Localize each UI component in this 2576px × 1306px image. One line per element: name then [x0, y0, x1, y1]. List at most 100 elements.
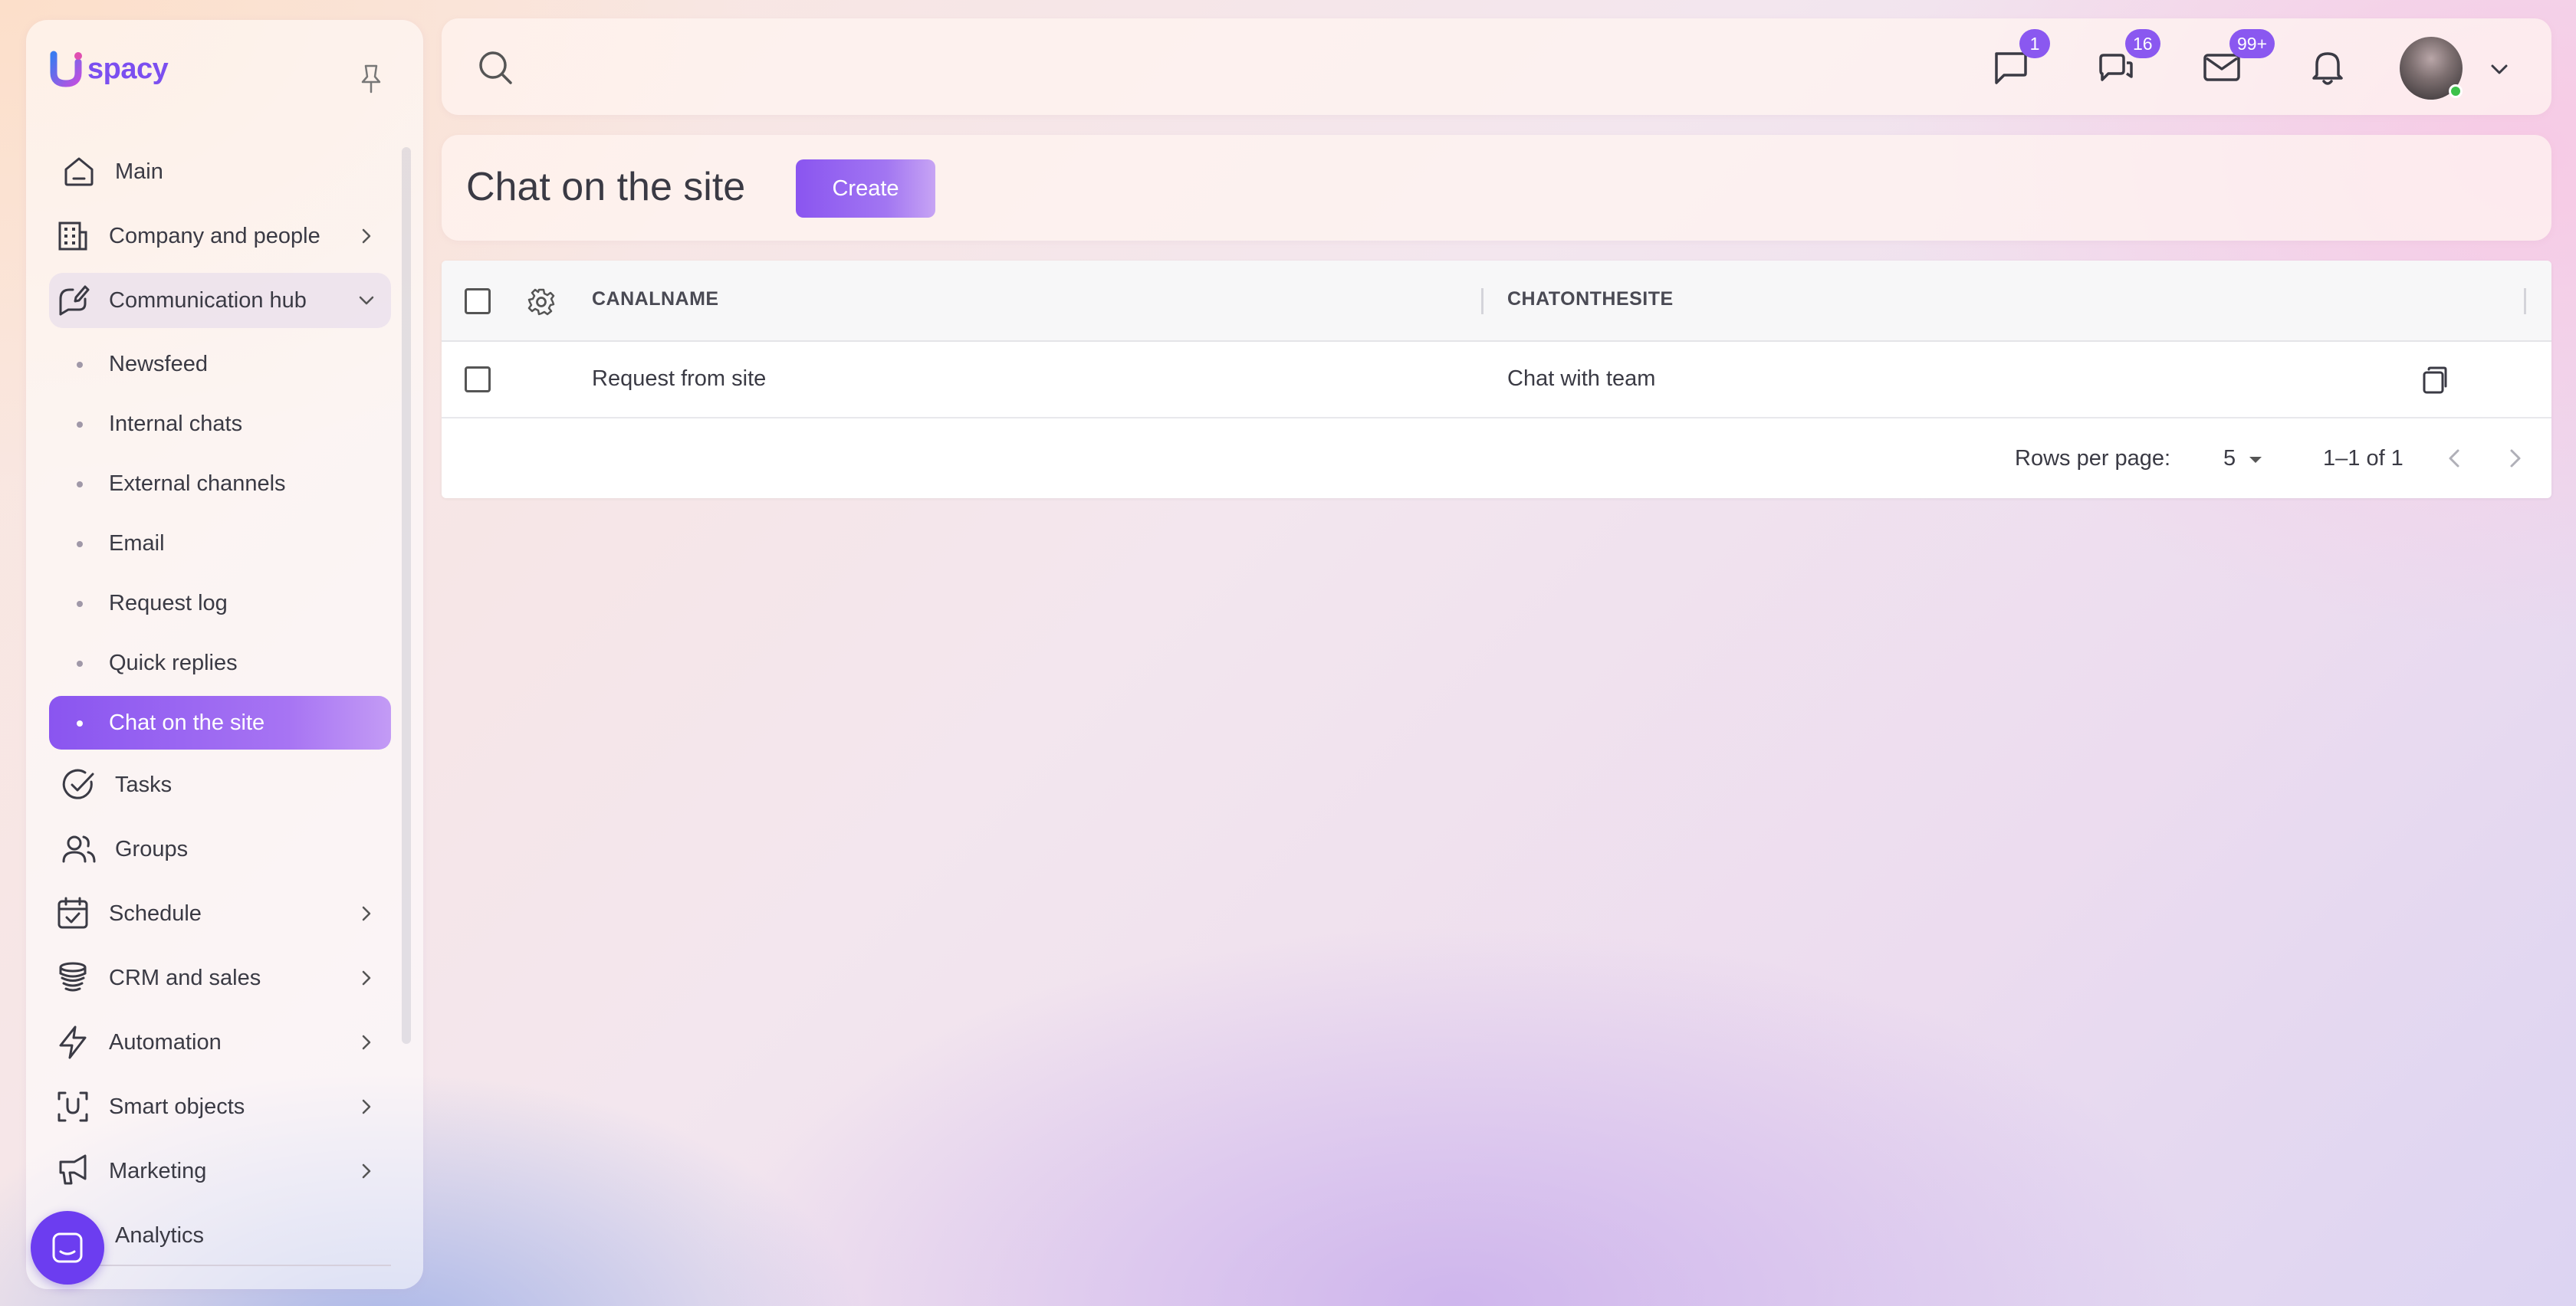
- sidebar-item-crm-and-sales[interactable]: CRM and sales: [49, 950, 391, 1006]
- building-icon: [54, 217, 92, 255]
- bullet-dot: [77, 422, 83, 428]
- sidebar-nav: Main Company and people Communication hu…: [49, 144, 391, 1272]
- sidebar-subitem-label: Newsfeed: [109, 351, 208, 376]
- sidebar-subitem-email[interactable]: Email: [49, 517, 391, 570]
- sidebar-item-automation[interactable]: Automation: [49, 1015, 391, 1070]
- chevron-right-icon: [362, 1035, 371, 1050]
- online-status-indicator: [2449, 84, 2463, 98]
- lightning-icon: [54, 1023, 92, 1062]
- chat-hub-icon: [54, 281, 92, 320]
- page-title: Chat on the site: [466, 165, 746, 209]
- sidebar-subitem-quick-replies[interactable]: Quick replies: [49, 636, 391, 690]
- sidebar-item-label: Tasks: [115, 772, 172, 797]
- caret-down-icon[interactable]: [2246, 454, 2265, 466]
- logo[interactable]: spacy: [48, 48, 169, 90]
- search-icon[interactable]: [475, 48, 515, 87]
- support-chat-button[interactable]: [31, 1211, 104, 1285]
- chevron-right-icon: [362, 1099, 371, 1114]
- column-header-canalname[interactable]: CANALNAME: [592, 288, 719, 310]
- sidebar-item-label: Automation: [109, 1029, 222, 1055]
- divider: [77, 1265, 391, 1266]
- messages-badge: 16: [2125, 29, 2160, 58]
- previous-page-icon[interactable]: [2441, 445, 2469, 472]
- chat-badge: 1: [2019, 29, 2050, 58]
- chevron-right-icon: [362, 228, 371, 244]
- sidebar-item-label: Main: [115, 159, 163, 184]
- rows-per-page-label: Rows per page:: [2015, 446, 2171, 471]
- sidebar-item-marketing[interactable]: Marketing: [49, 1144, 391, 1199]
- table-row[interactable]: Request from site Chat with team: [442, 342, 2551, 418]
- chat-widget-icon: [52, 1232, 83, 1263]
- page-header: Chat on the site Create: [442, 135, 2551, 241]
- megaphone-icon: [54, 1152, 92, 1190]
- sidebar-item-label: Company and people: [109, 223, 320, 248]
- mail-badge: 99+: [2229, 29, 2275, 58]
- bullet-dot: [77, 481, 83, 487]
- home-icon: [60, 153, 98, 191]
- rows-per-page-select[interactable]: 5: [2223, 446, 2236, 471]
- bullet-dot: [77, 541, 83, 547]
- sidebar-item-groups[interactable]: Groups: [49, 822, 391, 877]
- scan-icon: [54, 1088, 92, 1126]
- top-bar: 1 16 99+: [442, 18, 2551, 115]
- calendar-check-icon: [54, 894, 92, 933]
- pin-icon[interactable]: [356, 63, 386, 97]
- database-stack-icon: [54, 959, 92, 997]
- sidebar-subitem-label: Internal chats: [109, 411, 243, 436]
- sidebar-subitem-label: Chat on the site: [109, 710, 265, 735]
- bullet-dot: [77, 601, 83, 607]
- copy-icon[interactable]: [2420, 365, 2450, 395]
- users-icon: [60, 830, 98, 868]
- chevron-down-icon[interactable]: [2487, 57, 2512, 81]
- row-checkbox[interactable]: [465, 366, 491, 392]
- chevron-right-icon: [362, 1163, 371, 1179]
- sidebar: spacy Main Company and people Communicat: [26, 20, 423, 1289]
- table-pagination: Rows per page: 5 1–1 of 1: [442, 418, 2551, 498]
- bell-icon[interactable]: [2306, 46, 2349, 89]
- sidebar-item-label: Smart objects: [109, 1094, 245, 1119]
- sidebar-item-schedule[interactable]: Schedule: [49, 886, 391, 941]
- sidebar-item-label: Communication hub: [109, 287, 307, 313]
- data-table: CANALNAME CHATONTHESITE Request from sit…: [442, 261, 2551, 498]
- sidebar-subitem-chat-on-the-site[interactable]: Chat on the site: [49, 696, 391, 750]
- select-all-checkbox[interactable]: [465, 288, 491, 314]
- sidebar-subitem-newsfeed[interactable]: Newsfeed: [49, 337, 391, 391]
- sidebar-scrollbar[interactable]: [402, 147, 411, 1044]
- column-header-chatonthesite[interactable]: CHATONTHESITE: [1507, 288, 1674, 310]
- sidebar-item-smart-objects[interactable]: Smart objects: [49, 1079, 391, 1134]
- pagination-range: 1–1 of 1: [2323, 446, 2404, 471]
- sidebar-item-label: CRM and sales: [109, 965, 261, 990]
- sidebar-subitem-request-log[interactable]: Request log: [49, 576, 391, 630]
- chevron-right-icon: [362, 906, 371, 921]
- avatar[interactable]: [2400, 37, 2463, 100]
- column-resize-handle[interactable]: [1481, 288, 1484, 314]
- sidebar-item-communication-hub[interactable]: Communication hub: [49, 273, 391, 328]
- logo-text: spacy: [87, 52, 169, 85]
- bullet-dot: [77, 720, 83, 727]
- bullet-dot: [77, 362, 83, 368]
- create-button[interactable]: Create: [796, 159, 935, 218]
- sidebar-item-company-and-people[interactable]: Company and people: [49, 208, 391, 264]
- column-resize-handle[interactable]: [2524, 288, 2526, 314]
- cell-canalname: Request from site: [592, 366, 767, 391]
- cell-chatonthesite: Chat with team: [1507, 366, 1656, 391]
- chevron-down-icon: [359, 296, 374, 305]
- check-circle-icon: [60, 766, 98, 804]
- sidebar-item-tasks[interactable]: Tasks: [49, 757, 391, 812]
- sidebar-item-label: Schedule: [109, 901, 202, 926]
- sidebar-subitem-label: External channels: [109, 471, 286, 496]
- sidebar-item-label: Marketing: [109, 1158, 207, 1183]
- sidebar-item-label: Analytics: [115, 1222, 205, 1248]
- chevron-right-icon: [362, 970, 371, 986]
- bullet-dot: [77, 661, 83, 667]
- sidebar-subitem-label: Quick replies: [109, 650, 238, 675]
- table-header: CANALNAME CHATONTHESITE: [442, 261, 2551, 342]
- gear-icon[interactable]: [526, 287, 557, 317]
- next-page-icon[interactable]: [2501, 445, 2528, 472]
- sidebar-item-main[interactable]: Main: [49, 144, 391, 199]
- sidebar-item-label: Groups: [115, 836, 189, 861]
- sidebar-subitem-label: Email: [109, 530, 165, 556]
- sidebar-subitem-label: Request log: [109, 590, 228, 615]
- sidebar-subitem-internal-chats[interactable]: Internal chats: [49, 397, 391, 451]
- sidebar-subitem-external-channels[interactable]: External channels: [49, 457, 391, 510]
